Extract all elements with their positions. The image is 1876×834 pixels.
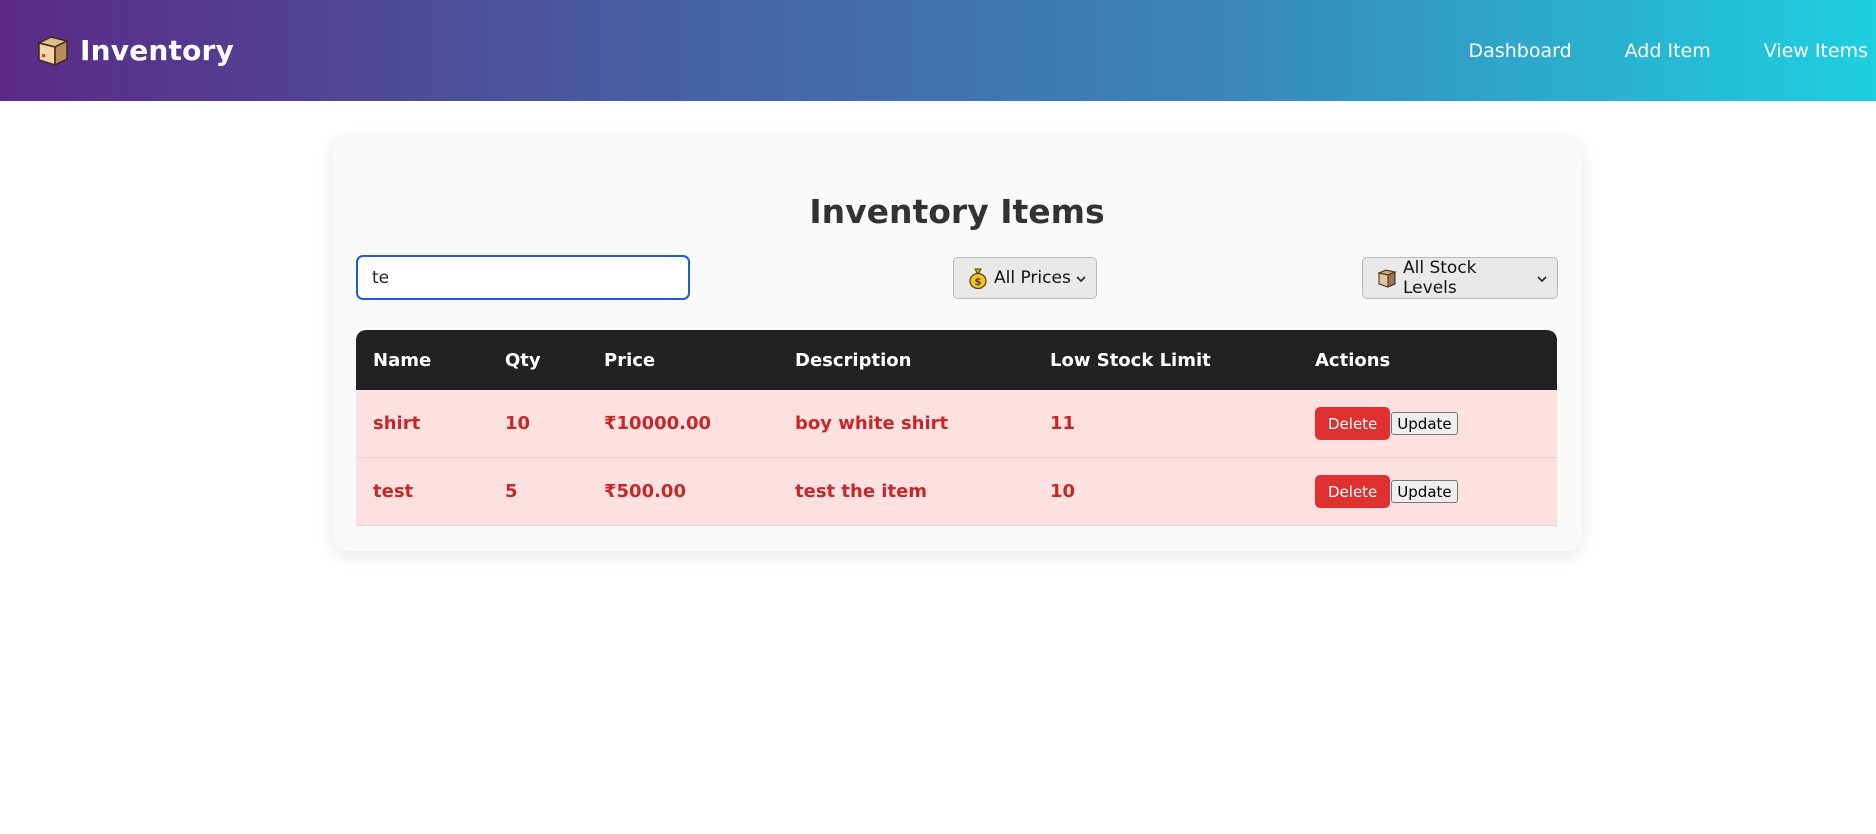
delete-button[interactable]: Delete	[1315, 407, 1391, 440]
column-header-name: Name	[356, 330, 488, 390]
chevron-down-icon	[1535, 271, 1549, 285]
chevron-down-icon	[1074, 271, 1088, 285]
package-box-icon	[1377, 267, 1397, 289]
cell-qty: 5	[488, 458, 587, 526]
cell-description: boy white shirt	[778, 390, 1033, 458]
column-header-qty: Qty	[488, 330, 587, 390]
brand-title: Inventory	[80, 34, 235, 67]
inventory-card: Inventory Items $ All Prices All Stock L…	[333, 138, 1581, 551]
column-header-description: Description	[778, 330, 1033, 390]
price-filter-value: All Prices	[994, 268, 1071, 288]
delete-button[interactable]: Delete	[1315, 475, 1391, 508]
money-bag-icon: $	[968, 267, 988, 290]
cell-price: ₹500.00	[587, 458, 778, 526]
update-button[interactable]: Update	[1391, 412, 1458, 435]
nav-view-items[interactable]: View Items	[1764, 40, 1868, 62]
navbar: Inventory Dashboard Add Item View Items	[0, 0, 1876, 101]
column-header-price: Price	[587, 330, 778, 390]
cell-name: test	[356, 458, 488, 526]
package-box-icon	[36, 34, 70, 68]
cell-qty: 10	[488, 390, 587, 458]
price-filter-select[interactable]: $ All Prices	[953, 257, 1097, 299]
cell-price: ₹10000.00	[587, 390, 778, 458]
stock-filter-value: All Stock Levels	[1403, 258, 1477, 298]
nav-dashboard[interactable]: Dashboard	[1469, 40, 1572, 62]
table-header-row: Name Qty Price Description Low Stock Lim…	[356, 330, 1557, 390]
table-row: test 5 ₹500.00 test the item 10 Delete Up…	[356, 458, 1557, 526]
table-row: shirt 10 ₹10000.00 boy white shirt 11 De…	[356, 390, 1557, 458]
nav-links: Dashboard Add Item View Items	[1416, 40, 1868, 62]
cell-actions: Delete Update	[1298, 458, 1557, 526]
cell-actions: Delete Update	[1298, 390, 1557, 458]
cell-description: test the item	[778, 458, 1033, 526]
svg-text:$: $	[975, 277, 982, 288]
inventory-table: Name Qty Price Description Low Stock Lim…	[356, 330, 1557, 526]
cell-low-stock-limit: 10	[1033, 458, 1298, 526]
stock-filter-select[interactable]: All Stock Levels	[1362, 257, 1558, 299]
update-button[interactable]: Update	[1391, 480, 1458, 503]
page-title: Inventory Items	[809, 192, 1105, 231]
brand[interactable]: Inventory	[36, 34, 234, 68]
cell-name: shirt	[356, 390, 488, 458]
cell-low-stock-limit: 11	[1033, 390, 1298, 458]
search-input[interactable]	[356, 255, 690, 300]
nav-add-item[interactable]: Add Item	[1625, 40, 1711, 62]
column-header-actions: Actions	[1298, 330, 1557, 390]
column-header-low-stock-limit: Low Stock Limit	[1033, 330, 1298, 390]
